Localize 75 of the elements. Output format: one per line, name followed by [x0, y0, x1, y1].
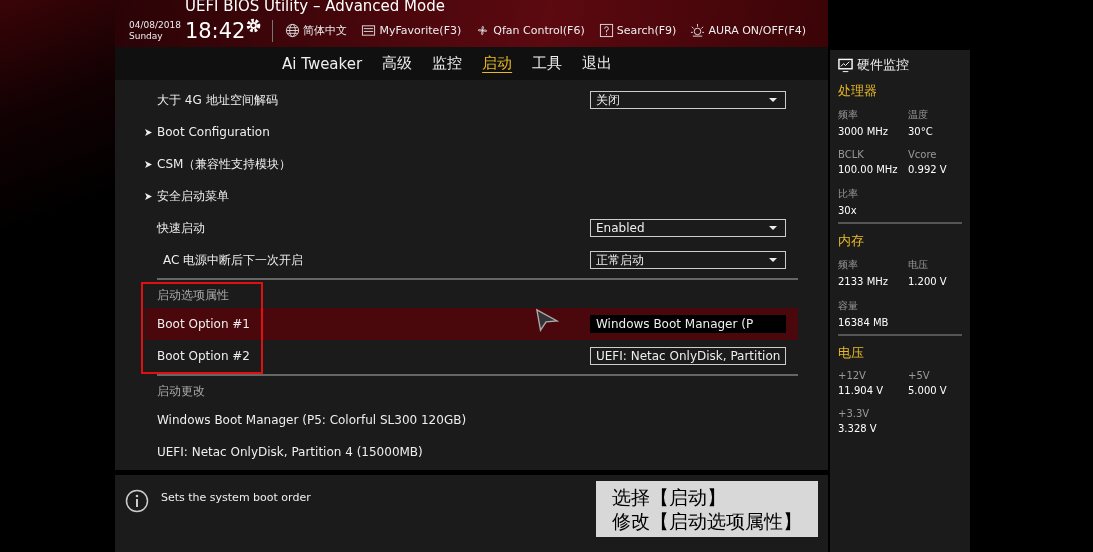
dropdown-select[interactable]: 关闭 [590, 91, 786, 109]
toolbar-button[interactable]: Qfan Control(F6) [473, 23, 587, 38]
reading-label: Vcore [908, 149, 938, 160]
toolbar-button[interactable]: AURA ON/OFF(F4) [688, 23, 808, 38]
reading-value: 11.904 V [838, 385, 884, 396]
section-heading: 电压 [838, 344, 865, 362]
caret-icon [769, 226, 777, 230]
reading-label: 比率 [838, 187, 859, 201]
reading-label: +5V [908, 370, 931, 381]
submenu-link[interactable]: Boot Configuration [157, 125, 270, 139]
boot-device-item[interactable]: UEFI: Netac OnlyDisk, Partition 4 (15000MB) [157, 445, 423, 459]
monitor-icon [838, 57, 853, 73]
chevron-right-icon [145, 128, 152, 136]
dropdown-select[interactable]: UEFI: Netac OnlyDisk, Partition [590, 347, 786, 365]
section-heading: 内存 [838, 232, 865, 250]
caret-icon [769, 98, 777, 102]
setting-label: Boot Option #1 [157, 317, 250, 331]
reading-value: 30°C [908, 126, 934, 137]
reading-value: 3000 MHz [838, 126, 890, 137]
menu-tab[interactable]: Ai Tweaker [275, 54, 370, 73]
reading-value: 16384 MB [838, 317, 890, 328]
toolbar-button[interactable]: MyFavorite(F3) [359, 23, 464, 38]
reading-label: +3.3V [838, 408, 871, 419]
reading-label: 容量 [838, 299, 859, 313]
toolbar-button[interactable]: 简体中文 [283, 23, 350, 38]
panel-title: 硬件监控 [857, 56, 909, 74]
menu-tab[interactable]: 高级 [375, 54, 420, 73]
caret-icon [769, 258, 777, 262]
globe-icon [285, 23, 301, 38]
setting-label: 快速启动 [157, 219, 205, 237]
menu-tab[interactable]: 启动 [475, 54, 520, 73]
day-text: Sunday [129, 30, 164, 42]
caption-text: 修改【启动选项属性】 [612, 509, 802, 533]
submenu-link[interactable]: CSM（兼容性支持模块） [157, 155, 292, 173]
settings-icon[interactable] [245, 17, 263, 34]
date-text: 04/08/2018 [129, 19, 181, 31]
light-icon [690, 23, 706, 38]
menu-tab[interactable]: 监控 [425, 54, 470, 73]
reading-value: 100.00 MHz [838, 164, 899, 175]
section-heading: 启动选项属性 [157, 286, 229, 304]
dropdown-select[interactable]: Enabled [590, 219, 786, 237]
reading-label: 频率 [838, 258, 859, 272]
section-heading: 处理器 [838, 82, 878, 100]
info-icon [125, 489, 149, 513]
setting-label: 大于 4G 地址空间解码 [157, 91, 278, 109]
setting-label: AC 电源中断后下一次开启 [163, 251, 304, 269]
folder-icon [361, 23, 377, 38]
dropdown-select[interactable]: Windows Boot Manager (P [590, 315, 786, 333]
menu-tab[interactable]: 退出 [575, 54, 620, 73]
reading-value: 2133 MHz [838, 276, 890, 287]
window-title: UEFI BIOS Utility – Advanced Mode [184, 0, 446, 14]
setting-label: Boot Option #2 [157, 349, 250, 363]
caption-text: 选择【启动】 [612, 485, 727, 509]
chevron-right-icon [145, 192, 152, 200]
reading-label: 频率 [838, 108, 859, 122]
submenu-link[interactable]: 安全启动菜单 [157, 187, 229, 205]
menu-tab[interactable]: 工具 [525, 54, 570, 73]
reading-label: +12V [838, 370, 867, 381]
reading-value: 30x [838, 205, 858, 216]
mouse-pointer-icon [535, 308, 559, 332]
reading-value: 1.200 V [908, 276, 948, 287]
reading-value: 0.992 V [908, 164, 948, 175]
help-icon [598, 23, 614, 38]
reading-value: 5.000 V [908, 385, 948, 396]
reading-value: 3.328 V [838, 423, 878, 434]
chevron-right-icon [145, 160, 152, 168]
boot-device-item[interactable]: Windows Boot Manager (P5: Colorful SL300 120GB) [157, 413, 467, 427]
dropdown-select[interactable]: 正常启动 [590, 251, 786, 269]
section-heading: 启动更改 [157, 382, 205, 400]
clock-time: 18:42 [184, 18, 246, 43]
help-text: Sets the system boot order [161, 491, 311, 504]
toolbar-button[interactable]: Search(F9) [596, 23, 679, 38]
reading-label: BCLK [838, 149, 865, 160]
reading-label: 电压 [908, 258, 929, 272]
reading-label: 温度 [908, 108, 929, 122]
